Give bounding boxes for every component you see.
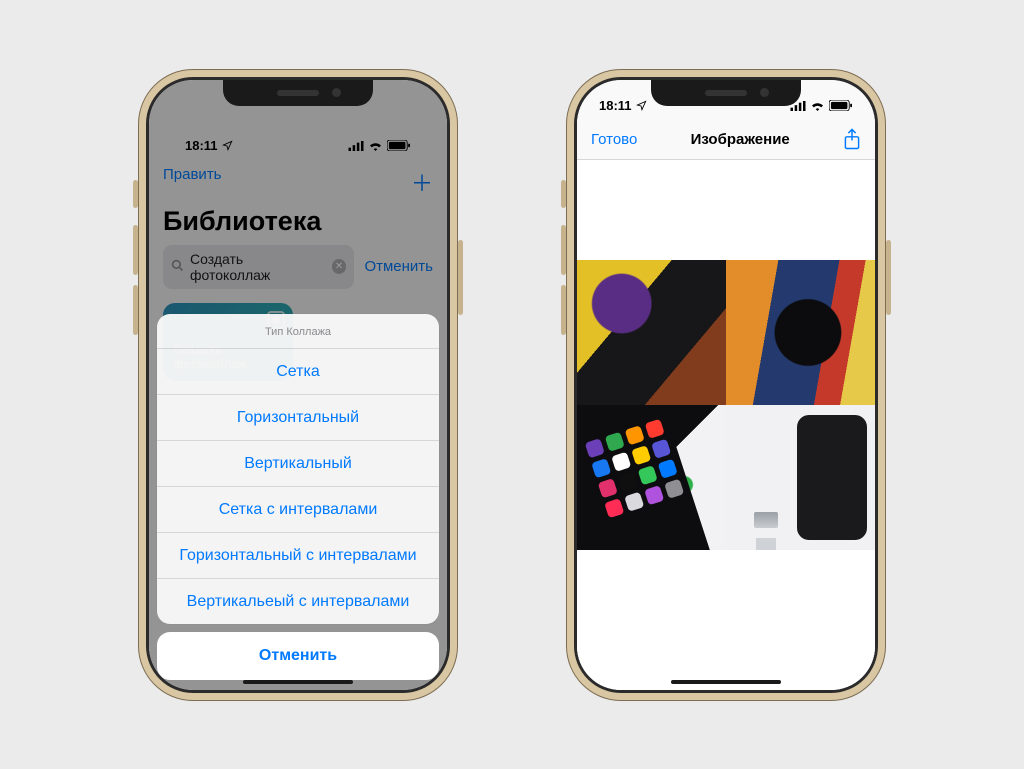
clear-search-icon[interactable]: ✕	[332, 259, 347, 274]
page-title: Библиотека	[163, 206, 433, 237]
status-time: 18:11	[185, 138, 218, 153]
sheet-option-horizontal[interactable]: Горизонтальный	[157, 394, 439, 440]
add-button[interactable]: ＋	[411, 166, 433, 198]
wifi-icon	[368, 140, 383, 151]
search-cancel-button[interactable]: Отменить	[364, 258, 433, 275]
action-sheet: Тип Коллажа Сетка Горизонтальный Вертика…	[157, 314, 439, 680]
phone-right: 18:11 Готово Изображение	[577, 80, 875, 690]
home-indicator	[671, 680, 781, 684]
nav-bar: Готово Изображение	[577, 120, 875, 160]
sheet-option-grid[interactable]: Сетка	[157, 348, 439, 394]
collage-tile	[577, 405, 726, 550]
sheet-cancel-button[interactable]: Отменить	[157, 632, 439, 680]
share-button[interactable]	[843, 128, 861, 150]
collage-tile	[726, 405, 875, 550]
sheet-option-vertical[interactable]: Вертикальный	[157, 440, 439, 486]
sheet-option-horiz-spaced[interactable]: Горизонтальный с интервалами	[157, 532, 439, 578]
mute-switch	[133, 180, 138, 208]
battery-icon	[387, 140, 411, 151]
notch	[223, 80, 373, 106]
collage-result	[577, 260, 875, 550]
collage-tile	[726, 260, 875, 405]
edit-button[interactable]: Править	[163, 166, 222, 198]
location-icon	[222, 140, 233, 151]
search-input[interactable]: Создать фотоколлаж ✕	[163, 245, 354, 289]
action-sheet-title: Тип Коллажа	[157, 314, 439, 348]
volume-up-button	[133, 225, 138, 275]
volume-down-button	[133, 285, 138, 335]
mute-switch	[561, 180, 566, 208]
cellular-icon	[348, 141, 364, 151]
battery-icon	[829, 100, 853, 111]
notch	[651, 80, 801, 106]
sheet-option-vert-spaced[interactable]: Вертикальеый с интервалами	[157, 578, 439, 624]
status-bar: 18:11	[163, 120, 433, 160]
side-button	[886, 240, 891, 315]
phone-left: 18:11 Править ＋ Библиотека	[149, 80, 447, 690]
volume-down-button	[561, 285, 566, 335]
status-time: 18:11	[599, 98, 632, 113]
collage-tile	[577, 260, 726, 405]
nav-title: Изображение	[691, 131, 790, 148]
search-value: Создать фотоколлаж	[190, 251, 326, 283]
location-icon	[636, 100, 647, 111]
sheet-option-grid-spaced[interactable]: Сетка с интервалами	[157, 486, 439, 532]
done-button[interactable]: Готово	[591, 131, 637, 148]
search-icon	[171, 259, 184, 275]
home-indicator	[243, 680, 353, 684]
side-button	[458, 240, 463, 315]
image-preview	[577, 160, 875, 690]
share-icon	[843, 128, 861, 150]
wifi-icon	[810, 100, 825, 111]
volume-up-button	[561, 225, 566, 275]
